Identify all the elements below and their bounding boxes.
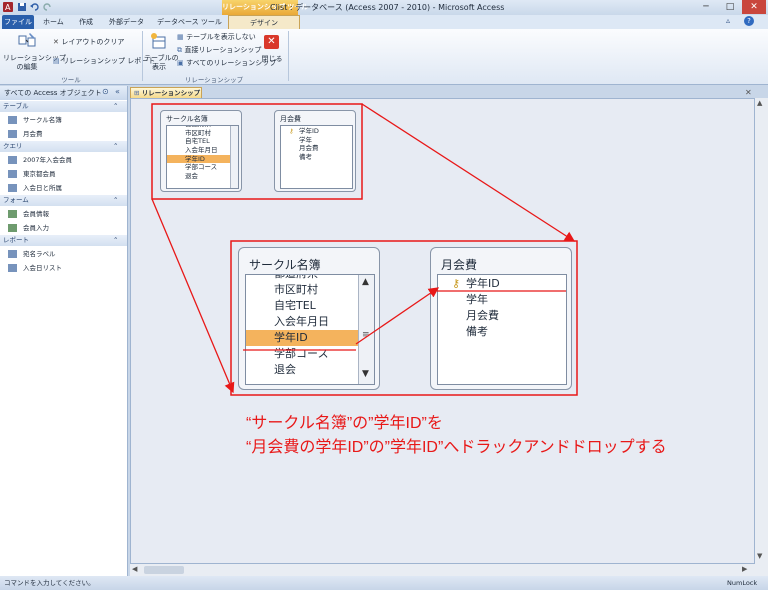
highlight-box-zoom (230, 240, 578, 396)
highlight-box-small (151, 103, 363, 200)
zoom-arrow-left (151, 198, 235, 394)
drag-arrow (355, 287, 440, 345)
status-message: コマンドを入力してください。 (4, 579, 95, 587)
instruction-caption-line2: “月会費の学年ID”の”学年ID”へドラックアンドドロップする (246, 439, 667, 456)
zoom-arrow-right (361, 103, 576, 242)
status-bar: コマンドを入力してください。 NumLock (0, 576, 768, 590)
numlock-indicator: NumLock (727, 579, 758, 587)
instruction-caption-line1: “サークル名簿”の”学年ID”を (246, 415, 443, 432)
annotation-overlay (151, 103, 578, 396)
